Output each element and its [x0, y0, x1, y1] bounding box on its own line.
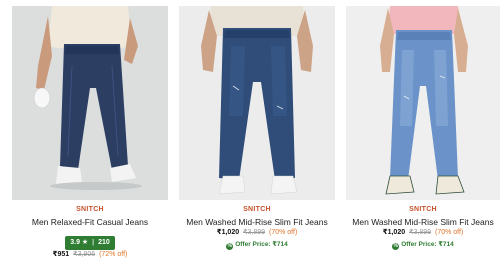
product-title[interactable]: Men Washed Mid-Rise Slim Fit Jeans: [346, 217, 500, 228]
star-icon: ★: [81, 239, 89, 246]
brand-name: SNITCH: [243, 206, 271, 213]
product-title[interactable]: Men Relaxed-Fit Casual Jeans: [12, 217, 168, 228]
offer-price-row: % Offer Price: ₹714: [179, 240, 335, 250]
product-card[interactable]: SNITCH Men Washed Mid-Rise Slim Fit Jean…: [346, 6, 500, 256]
product-title[interactable]: Men Washed Mid-Rise Slim Fit Jeans: [179, 217, 335, 228]
product-image[interactable]: [346, 6, 500, 200]
model-figure: [33, 6, 142, 190]
discount-label: (70% off): [435, 229, 464, 236]
original-price: ₹3,899: [409, 229, 432, 236]
rating-value: 3.9: [70, 239, 80, 246]
product-card[interactable]: SNITCH Men Washed Mid-Rise Slim Fit Jean…: [179, 6, 335, 256]
price-row: ₹1,020 ₹3,899 (70% off): [346, 228, 500, 238]
product-image[interactable]: [12, 6, 168, 200]
price-row: ₹1,020 ₹3,899 (70% off): [179, 228, 335, 238]
offer-price: Offer Price: ₹714: [235, 241, 288, 248]
brand-name: SNITCH: [409, 206, 437, 213]
offer-price-row: % Offer Price: ₹714: [346, 240, 500, 250]
model-figure: [380, 6, 468, 195]
selling-price: ₹1,020: [216, 229, 240, 236]
rating-separator: |: [92, 239, 95, 246]
discount-label: (70% off): [269, 229, 298, 236]
rating-count: 210: [98, 239, 110, 246]
offer-tag-icon: %: [226, 243, 234, 250]
selling-price: ₹1,020: [382, 229, 406, 236]
offer-tag-icon: %: [392, 243, 400, 250]
price-row: ₹951 ₹3,906 (72% off): [12, 250, 168, 260]
rating-row: 3.9 ★ | 210: [12, 231, 168, 250]
offer-price: Offer Price: ₹714: [401, 241, 454, 248]
rating-badge: 3.9 ★ | 210: [65, 236, 115, 250]
brand-name: SNITCH: [76, 206, 104, 213]
product-image[interactable]: [179, 6, 335, 200]
model-figure: [201, 6, 313, 195]
product-grid: SNITCH Men Relaxed-Fit Casual Jeans 3.9 …: [0, 0, 500, 258]
product-card[interactable]: SNITCH Men Relaxed-Fit Casual Jeans 3.9 …: [12, 6, 168, 258]
original-price: ₹3,899: [243, 229, 266, 236]
